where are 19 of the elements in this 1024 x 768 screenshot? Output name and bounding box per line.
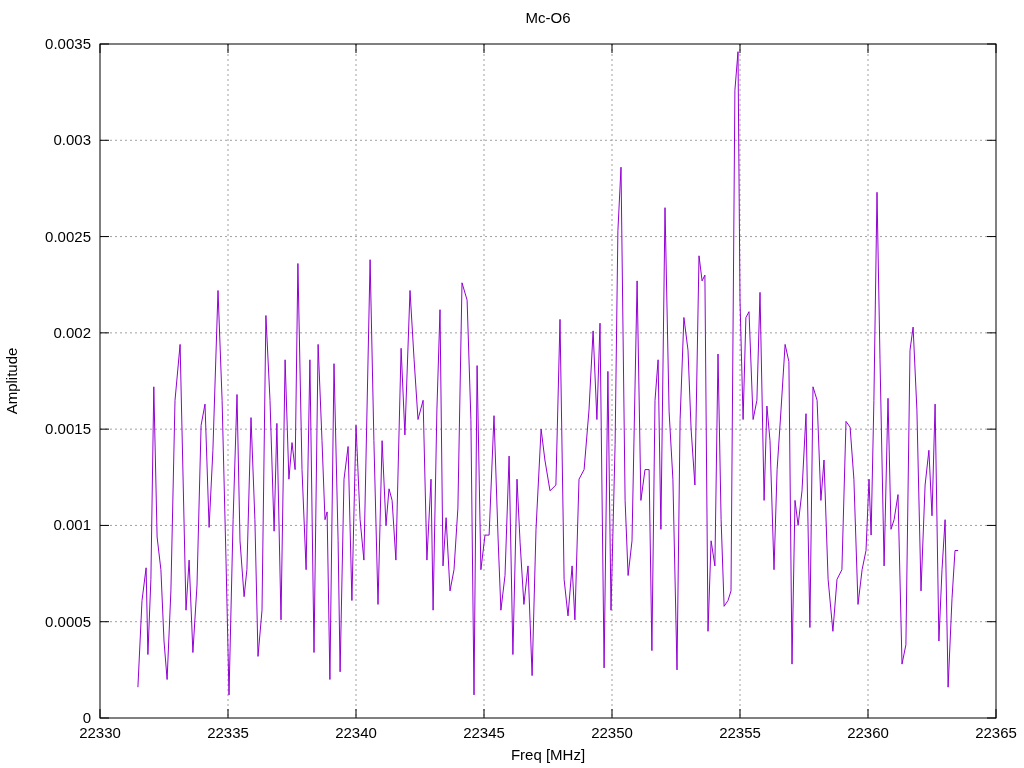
tick-label: 22335: [207, 724, 249, 741]
chart-title: Mc-O6: [525, 9, 571, 26]
tick-label: 0.0035: [45, 35, 91, 52]
tick-label: 22355: [719, 724, 761, 741]
tick-label: 22350: [591, 724, 633, 741]
tick-label: 0.002: [53, 323, 91, 341]
tick-label: 22365: [975, 724, 1017, 741]
tick-label: 22345: [463, 724, 505, 741]
tick-label: 22330: [79, 724, 121, 741]
tick-label: 22340: [335, 724, 377, 741]
tick-label: 0.003: [53, 131, 91, 149]
tick-label: 0.0015: [45, 420, 91, 438]
tick-label: 0.0025: [45, 227, 91, 245]
tick-label: 0: [82, 709, 91, 726]
tick-label: 22360: [847, 724, 889, 741]
tick-label: 0.0005: [45, 612, 91, 630]
axis-title: Freq [MHz]: [510, 746, 586, 763]
tick-label: 0.001: [53, 516, 91, 534]
axis-title: Amplitude: [3, 347, 20, 415]
